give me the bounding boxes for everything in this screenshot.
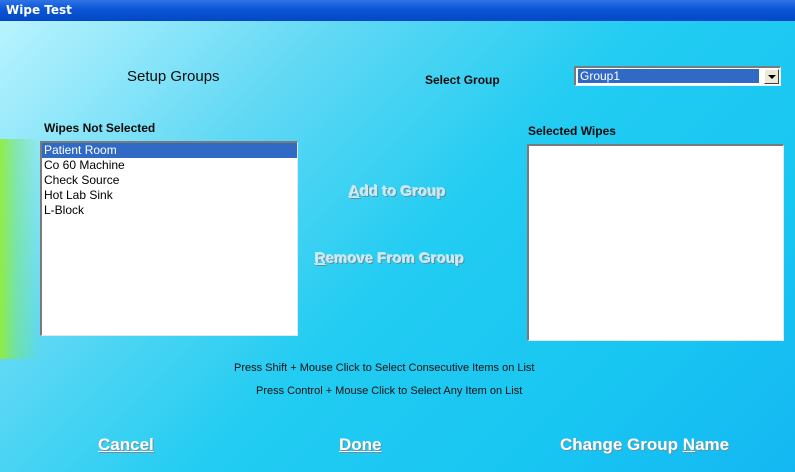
remove-from-group-label: emove From Group	[325, 250, 465, 267]
title-bar[interactable]: Wipe Test	[0, 0, 795, 21]
selected-wipes-list[interactable]	[527, 144, 784, 341]
add-to-group-button[interactable]: Add to Group	[349, 183, 446, 200]
list-item[interactable]: Hot Lab Sink	[42, 188, 297, 203]
list-item[interactable]: Check Source	[42, 173, 297, 188]
chevron-down-icon[interactable]	[764, 69, 779, 84]
client-area: Setup Groups Select Group Group1 Wipes N…	[0, 21, 795, 472]
wipes-not-selected-list[interactable]: Patient Room Co 60 Machine Check Source Hot…	[40, 141, 298, 336]
list-item[interactable]: Patient Room	[42, 143, 297, 158]
wipes-not-selected-label: Wipes Not Selected	[44, 121, 156, 135]
wipe-test-window: Wipe Test Setup Groups Select Group Grou…	[0, 0, 795, 472]
decorative-gradient	[0, 139, 40, 359]
window-title: Wipe Test	[6, 3, 72, 17]
hint-consecutive: Press Shift + Mouse Click to Select Cons…	[234, 362, 535, 374]
group-select[interactable]: Group1	[574, 66, 781, 86]
done-button[interactable]: Done	[339, 435, 382, 455]
cancel-button[interactable]: Cancel	[98, 435, 154, 455]
hint-any-item: Press Control + Mouse Click to Select An…	[256, 385, 523, 397]
setup-groups-title: Setup Groups	[127, 68, 220, 85]
list-item[interactable]: L-Block	[42, 203, 297, 218]
group-select-value: Group1	[578, 69, 759, 83]
list-item[interactable]: Co 60 Machine	[42, 158, 297, 173]
remove-from-group-button[interactable]: Remove From Group	[315, 250, 464, 267]
add-to-group-label: dd to Group	[359, 183, 446, 200]
selected-wipes-label: Selected Wipes	[528, 124, 616, 138]
change-group-name-button[interactable]: Change Group Name	[560, 435, 729, 455]
select-group-label: Select Group	[425, 73, 500, 87]
